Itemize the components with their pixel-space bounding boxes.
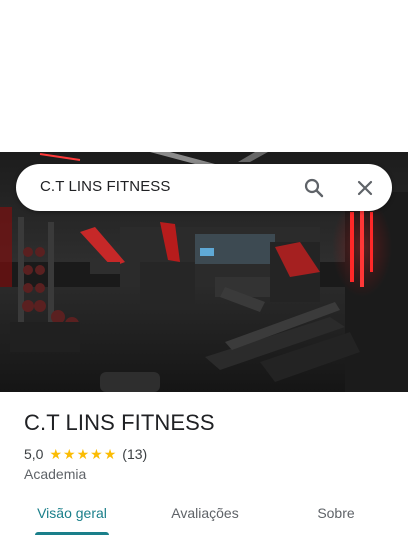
place-info-panel: C.T LINS FITNESS 5,0 ★ ★ ★ ★ ★ (13) Acad… [0, 392, 408, 544]
star-icon: ★ [49, 446, 63, 462]
star-icon: ★ [63, 446, 76, 462]
place-category: Academia [24, 466, 87, 482]
star-icon: ★ [76, 446, 90, 462]
tab-reviews[interactable]: Avaliações [163, 502, 247, 544]
tab-overview[interactable]: Visão geral [35, 502, 109, 544]
place-name: C.T LINS FITNESS [24, 410, 215, 435]
search-bar[interactable]: C.T LINS FITNESS [16, 164, 392, 211]
star-icon: ★ [103, 446, 117, 462]
close-icon[interactable] [353, 176, 377, 200]
tab-bar: Visão geral Avaliações Sobre [0, 502, 408, 544]
rating-value: 5,0 [24, 446, 44, 462]
rating-row[interactable]: 5,0 ★ ★ ★ ★ ★ (13) [24, 445, 147, 463]
review-count[interactable]: (13) [122, 446, 147, 462]
star-rating: ★ ★ ★ ★ ★ [49, 447, 117, 461]
search-input[interactable]: C.T LINS FITNESS [40, 178, 171, 195]
star-icon: ★ [90, 446, 103, 462]
tab-about[interactable]: Sobre [310, 502, 362, 544]
blank-area [0, 0, 408, 152]
active-tab-indicator [35, 532, 109, 535]
search-icon[interactable] [302, 176, 326, 200]
